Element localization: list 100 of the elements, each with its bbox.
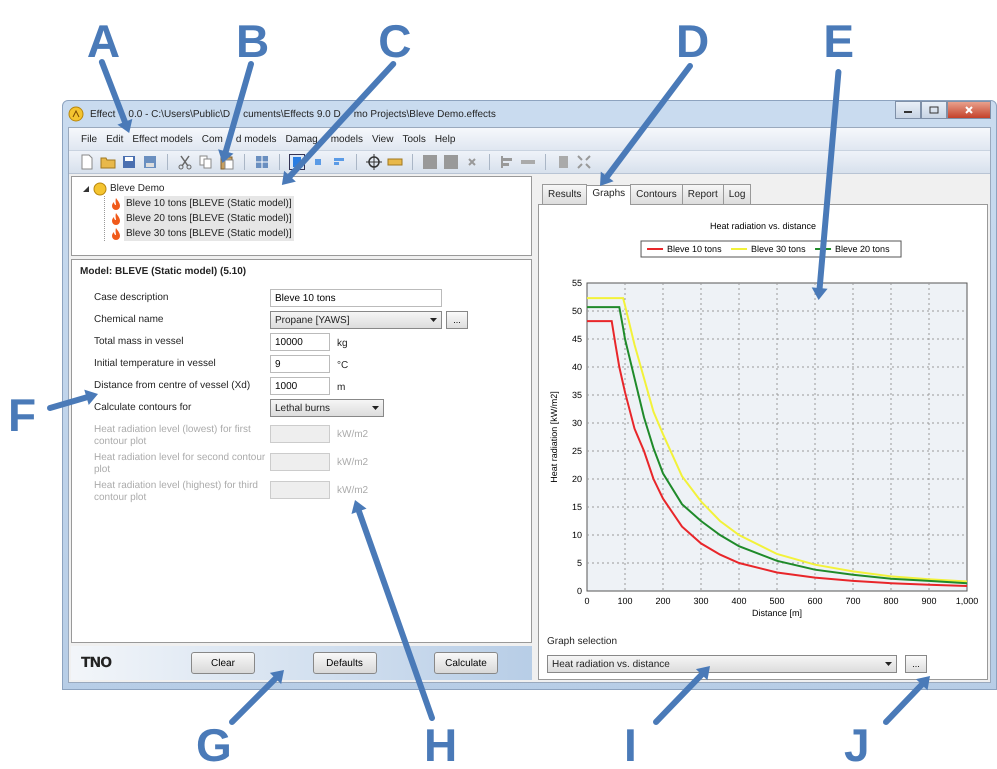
flame-icon	[111, 212, 121, 225]
tab[interactable]: Results	[542, 184, 588, 204]
tab[interactable]: Graphs	[586, 185, 632, 205]
callout-arrow	[883, 676, 930, 725]
page-icon[interactable]	[79, 154, 95, 170]
tab[interactable]: Log	[722, 184, 752, 204]
unit-label: m	[336, 381, 346, 395]
field-label: Total mass in vessel	[94, 335, 184, 348]
menu-item[interactable]: View	[372, 132, 394, 146]
number-field[interactable]: 9	[270, 355, 330, 373]
callout-letter: H	[424, 722, 458, 768]
y-axis-title: Heat radiation [kW/m2]	[549, 391, 559, 483]
x-tick-label: 800	[883, 596, 899, 606]
x-tick-label: 300	[693, 596, 709, 606]
tree-item[interactable]: Bleve 20 tons [BLEVE (Static model)]	[124, 211, 294, 226]
legend-label: Bleve 10 tons	[667, 244, 722, 254]
menu-item[interactable]: Edit	[106, 132, 124, 146]
menu-item[interactable]: Help	[434, 132, 456, 146]
number-field[interactable]: 1000	[270, 377, 330, 395]
dropdown[interactable]: Lethal burns	[270, 399, 384, 417]
menu-item[interactable]: Damag	[285, 132, 318, 146]
y-tick-label: 30	[572, 418, 582, 428]
callout-letter: A	[86, 18, 120, 64]
menu-item[interactable]: Tools	[402, 132, 426, 146]
menu-item[interactable]: File	[81, 132, 98, 146]
legend-entry: Bleve 30 tons	[731, 244, 806, 254]
scissors-icon[interactable]	[177, 154, 193, 170]
x-tick-label: 0	[584, 596, 590, 606]
number-field[interactable]: 10000	[270, 333, 330, 351]
x-tick-label: 400	[731, 596, 747, 606]
y-tick-label: 45	[572, 334, 582, 344]
unit-label: kW/m2	[336, 456, 368, 470]
y-tick-label: 10	[572, 530, 582, 540]
unit-label: kW/m2	[336, 484, 368, 498]
x-tick-label: 700	[845, 596, 861, 606]
dropdown[interactable]: Heat radiation vs. distance	[547, 655, 897, 673]
action-button[interactable]: Calculate	[434, 652, 498, 674]
menu-item[interactable]: d models	[236, 132, 276, 146]
legend-label: Bleve 20 tons	[835, 244, 890, 254]
unit-label: °C	[336, 359, 348, 373]
field-label: Chemical name	[94, 313, 164, 326]
text-field[interactable]: Bleve 10 tons	[270, 289, 442, 307]
callout-letter: C	[378, 18, 412, 64]
menu-item[interactable]: models	[330, 132, 363, 146]
unit-label: kg	[336, 337, 348, 351]
legend-label: Bleve 30 tons	[751, 244, 806, 254]
browse-button[interactable]: ...	[905, 655, 927, 673]
close-button[interactable]	[947, 101, 991, 119]
tree-item[interactable]: Bleve 10 tons [BLEVE (Static model)]	[124, 196, 294, 211]
menu-item[interactable]: Com	[202, 132, 223, 146]
panel-title: Model: BLEVE (Static model) (5.10)	[80, 265, 248, 279]
callout-arrow	[653, 666, 710, 725]
app-logo-icon	[68, 106, 84, 122]
window-title: 0.0 - C:\Users\Public\D	[128, 108, 230, 122]
y-tick-label: 50	[572, 306, 582, 316]
minimize-button[interactable]	[895, 101, 921, 119]
project-logo-icon	[93, 182, 107, 196]
callout-arrow	[229, 670, 284, 725]
x-tick-label: 900	[921, 596, 937, 606]
y-tick-label: 35	[572, 390, 582, 400]
y-tick-label: 5	[576, 558, 582, 568]
align-icon[interactable]	[499, 154, 515, 170]
callout-letter: B	[236, 18, 270, 64]
x-tick-label: 1,000	[956, 596, 978, 606]
logo-text: TNO	[81, 654, 112, 672]
y-tick-label: 25	[572, 446, 582, 456]
dropdown-arrow-icon	[430, 318, 437, 322]
collapse-arrow-icon[interactable]	[82, 184, 90, 192]
crosshair-icon[interactable]	[366, 154, 382, 170]
callout-letter: F	[8, 392, 36, 438]
field-label: Distance from centre of vessel (Xd)	[94, 379, 252, 392]
field-label: Calculate contours for	[94, 401, 192, 414]
grid-icon[interactable]	[254, 154, 270, 170]
legend-entry: Bleve 20 tons	[815, 244, 890, 254]
x-tick-label: 200	[655, 596, 671, 606]
tree-item[interactable]: Bleve Demo	[110, 181, 164, 196]
y-tick-label: 40	[572, 362, 582, 372]
dropdown[interactable]: Propane [YAWS]	[270, 311, 442, 329]
x-tick-label: 500	[769, 596, 785, 606]
callout-letter: E	[823, 18, 854, 64]
x-tick-label: 100	[617, 596, 633, 606]
tab[interactable]: Report	[682, 184, 724, 204]
callout-letter: J	[844, 722, 870, 768]
browse-button[interactable]: ...	[446, 311, 468, 329]
maximize-icon	[929, 106, 939, 114]
tree-item[interactable]: Bleve 30 tons [BLEVE (Static model)]	[124, 226, 294, 241]
field-label: Heat radiation level (lowest) for first contour plot	[94, 423, 252, 447]
y-tick-label: 55	[572, 278, 582, 288]
action-button[interactable]: Clear	[191, 652, 255, 674]
filled-square-icon[interactable]	[443, 154, 459, 170]
filled-square-icon[interactable]	[422, 154, 438, 170]
maximize-button[interactable]	[921, 101, 947, 119]
window-title: mo Projects\Bleve Demo.effects	[354, 108, 496, 122]
pages-icon[interactable]	[198, 154, 214, 170]
field-label: Case description	[94, 291, 170, 304]
window-title: Effect	[90, 108, 116, 122]
tab[interactable]: Contours	[630, 184, 683, 204]
expand-icon[interactable]	[576, 154, 592, 170]
action-button[interactable]: Defaults	[312, 652, 376, 674]
menu-item[interactable]: Effect models	[132, 132, 193, 146]
